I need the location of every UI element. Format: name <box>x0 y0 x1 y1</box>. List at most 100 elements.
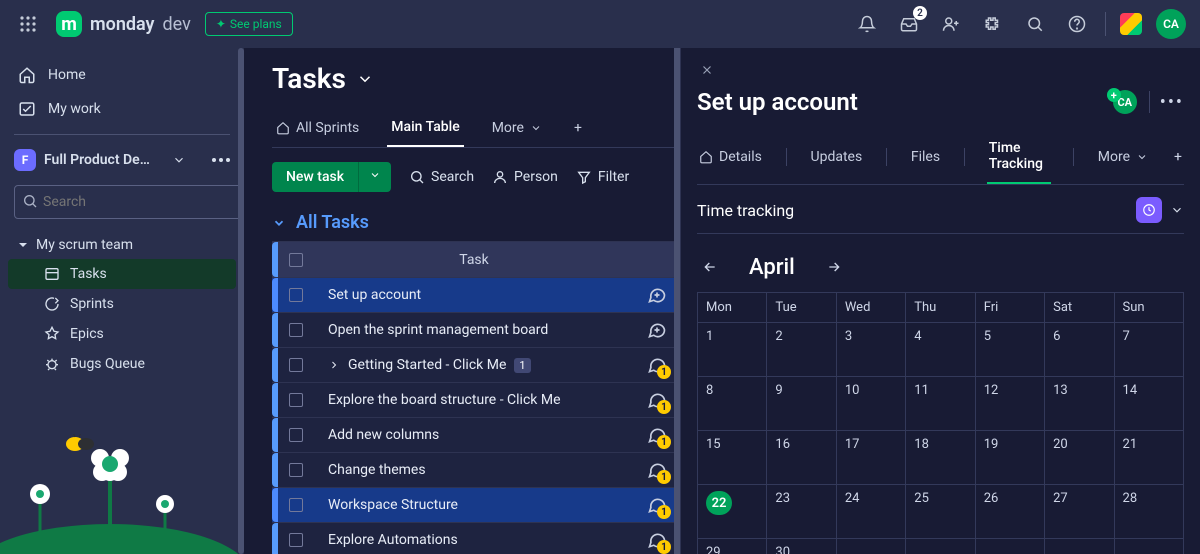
chevron-down-icon[interactable] <box>1170 203 1184 217</box>
calendar-cell[interactable]: 26 <box>976 485 1045 539</box>
table-row[interactable]: Open the sprint management board <box>272 313 680 348</box>
close-panel-button[interactable] <box>697 60 717 80</box>
table-row[interactable]: Explore the board structure - Click Me1 <box>272 383 680 418</box>
sidebar-item-sprints[interactable]: Sprints <box>8 289 236 319</box>
table-row[interactable]: Add new columns1 <box>272 418 680 453</box>
row-checkbox[interactable] <box>289 323 303 337</box>
calendar-cell[interactable]: 13 <box>1045 377 1114 431</box>
item-tab-files[interactable]: Files <box>909 139 942 175</box>
row-checkbox[interactable] <box>289 428 303 442</box>
calendar-cell[interactable]: 22 <box>698 485 767 539</box>
table-row[interactable]: Change themes1 <box>272 453 680 488</box>
calendar-cell[interactable]: 8 <box>698 377 767 431</box>
calendar-cell[interactable]: 21 <box>1115 431 1184 485</box>
sidebar-item-epics[interactable]: Epics <box>8 319 236 349</box>
new-task-dropdown[interactable] <box>358 162 391 192</box>
conversation-icon[interactable]: 1 <box>647 530 667 550</box>
table-row[interactable]: Workspace Structure1 <box>272 488 680 523</box>
prev-month-button[interactable] <box>697 254 723 280</box>
column-header-task[interactable]: Task <box>314 252 634 268</box>
item-owner-avatar[interactable]: + CA <box>1111 88 1139 116</box>
time-tracking-app-icon[interactable] <box>1136 197 1162 223</box>
conversation-icon[interactable]: 1 <box>647 460 667 480</box>
calendar-cell[interactable] <box>1045 539 1114 554</box>
sidebar-item-tasks[interactable]: Tasks <box>8 259 236 289</box>
calendar-cell[interactable] <box>906 539 975 554</box>
conversation-icon[interactable]: 1 <box>647 425 667 445</box>
calendar-cell[interactable]: 27 <box>1045 485 1114 539</box>
calendar-cell[interactable]: 28 <box>1115 485 1184 539</box>
app-logo[interactable]: m monday dev <box>56 11 191 37</box>
see-plans-button[interactable]: ✦ See plans <box>205 12 293 36</box>
calendar-cell[interactable]: 14 <box>1115 377 1184 431</box>
user-avatar[interactable]: CA <box>1156 9 1186 39</box>
chevron-down-icon[interactable] <box>356 70 374 88</box>
tab-all-sprints[interactable]: All Sprints <box>272 110 363 146</box>
calendar-cell[interactable]: 11 <box>906 377 975 431</box>
row-checkbox[interactable] <box>289 463 303 477</box>
calendar-cell[interactable]: 19 <box>976 431 1045 485</box>
sidebar-item-bugs[interactable]: Bugs Queue <box>8 349 236 379</box>
conversation-icon[interactable]: 1 <box>647 355 667 375</box>
calendar-cell[interactable]: 15 <box>698 431 767 485</box>
conversation-icon[interactable]: 1 <box>647 495 667 515</box>
item-title[interactable]: Set up account <box>697 88 1101 116</box>
tab-main-table[interactable]: Main Table <box>387 109 463 147</box>
calendar-cell[interactable]: 29 <box>698 539 767 554</box>
next-month-button[interactable] <box>821 254 847 280</box>
tab-more[interactable]: More <box>488 110 546 146</box>
calendar-cell[interactable]: 3 <box>837 323 906 377</box>
calendar-cell[interactable] <box>837 539 906 554</box>
workspace-selector[interactable]: F Full Product De… <box>0 143 244 177</box>
add-view-button[interactable]: + <box>570 110 586 146</box>
calendar-cell[interactable]: 24 <box>837 485 906 539</box>
nav-home[interactable]: Home <box>0 58 244 92</box>
table-row[interactable]: Set up account <box>272 278 680 313</box>
sidebar-search-input[interactable] <box>14 185 250 219</box>
row-checkbox[interactable] <box>289 288 303 302</box>
notifications-icon[interactable] <box>853 10 881 38</box>
calendar-cell[interactable]: 10 <box>837 377 906 431</box>
calendar-cell[interactable]: 2 <box>767 323 836 377</box>
item-tab-details[interactable]: Details <box>697 139 764 175</box>
search-icon[interactable] <box>1021 10 1049 38</box>
panel-resize-handle[interactable] <box>674 48 680 554</box>
calendar-cell[interactable] <box>976 539 1045 554</box>
apps-grid-icon[interactable] <box>14 10 42 38</box>
calendar-cell[interactable]: 16 <box>767 431 836 485</box>
help-icon[interactable] <box>1063 10 1091 38</box>
item-tab-time-tracking[interactable]: Time Tracking <box>987 130 1051 184</box>
calendar-cell[interactable]: 12 <box>976 377 1045 431</box>
calendar-cell[interactable]: 25 <box>906 485 975 539</box>
table-row[interactable]: Getting Started - Click Me11 <box>272 348 680 383</box>
item-tab-more[interactable]: More <box>1096 139 1150 175</box>
group-header[interactable]: All Tasks <box>272 212 680 233</box>
calendar-cell[interactable]: 18 <box>906 431 975 485</box>
apps-icon[interactable] <box>979 10 1007 38</box>
calendar-cell[interactable] <box>1115 539 1184 554</box>
calendar-cell[interactable]: 17 <box>837 431 906 485</box>
add-item-view-button[interactable]: + <box>1172 139 1184 175</box>
board-filter-button[interactable]: Filter <box>576 169 629 185</box>
row-checkbox[interactable] <box>289 533 303 547</box>
new-task-button[interactable]: New task <box>272 162 358 192</box>
inbox-icon[interactable]: 2 <box>895 10 923 38</box>
calendar-cell[interactable]: 9 <box>767 377 836 431</box>
calendar-cell[interactable]: 1 <box>698 323 767 377</box>
invite-icon[interactable] <box>937 10 965 38</box>
calendar-cell[interactable]: 23 <box>767 485 836 539</box>
monday-products-icon[interactable] <box>1120 13 1142 35</box>
calendar-cell[interactable]: 7 <box>1115 323 1184 377</box>
conversation-icon[interactable] <box>647 320 667 340</box>
calendar-cell[interactable]: 20 <box>1045 431 1114 485</box>
board-search-button[interactable]: Search <box>409 169 474 185</box>
row-checkbox[interactable] <box>289 358 303 372</box>
item-more-menu[interactable]: ••• <box>1160 92 1184 113</box>
conversation-icon[interactable] <box>647 285 667 305</box>
item-tab-updates[interactable]: Updates <box>809 139 865 175</box>
row-checkbox[interactable] <box>289 393 303 407</box>
table-row[interactable]: Explore Automations1 <box>272 523 680 554</box>
more-dots-icon[interactable] <box>212 158 230 162</box>
conversation-icon[interactable]: 1 <box>647 390 667 410</box>
calendar-cell[interactable]: 6 <box>1045 323 1114 377</box>
